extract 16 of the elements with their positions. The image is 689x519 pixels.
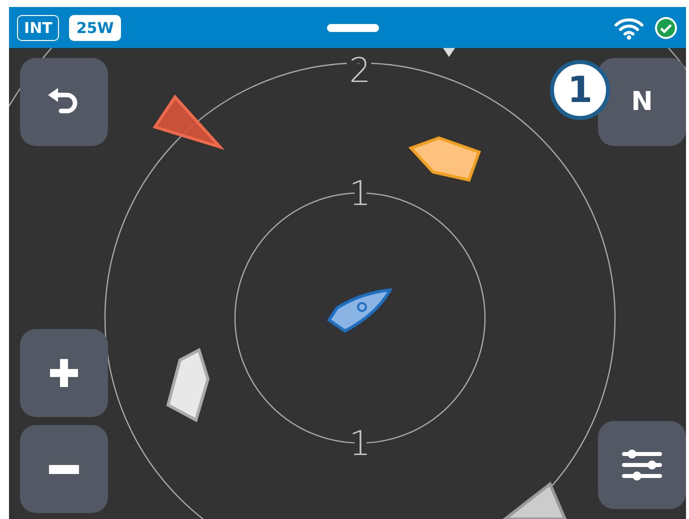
wifi-icon <box>614 16 644 40</box>
zoom-in-button[interactable] <box>20 329 108 417</box>
minus-icon <box>49 464 79 474</box>
plus-icon <box>50 359 78 387</box>
own-boat-icon <box>328 288 392 332</box>
drag-handle[interactable] <box>327 24 379 32</box>
mode-badge: 25W <box>69 14 121 40</box>
settings-button[interactable] <box>598 421 686 509</box>
callout-badge: 1 <box>550 60 610 120</box>
range-label: 2 <box>349 51 371 91</box>
back-button[interactable] <box>20 58 108 146</box>
heading-button[interactable]: N <box>598 58 686 146</box>
vessel-marker <box>500 482 568 519</box>
mode-badge: INT <box>17 14 60 40</box>
zoom-out-button[interactable] <box>20 425 108 513</box>
sliders-icon <box>620 449 664 481</box>
